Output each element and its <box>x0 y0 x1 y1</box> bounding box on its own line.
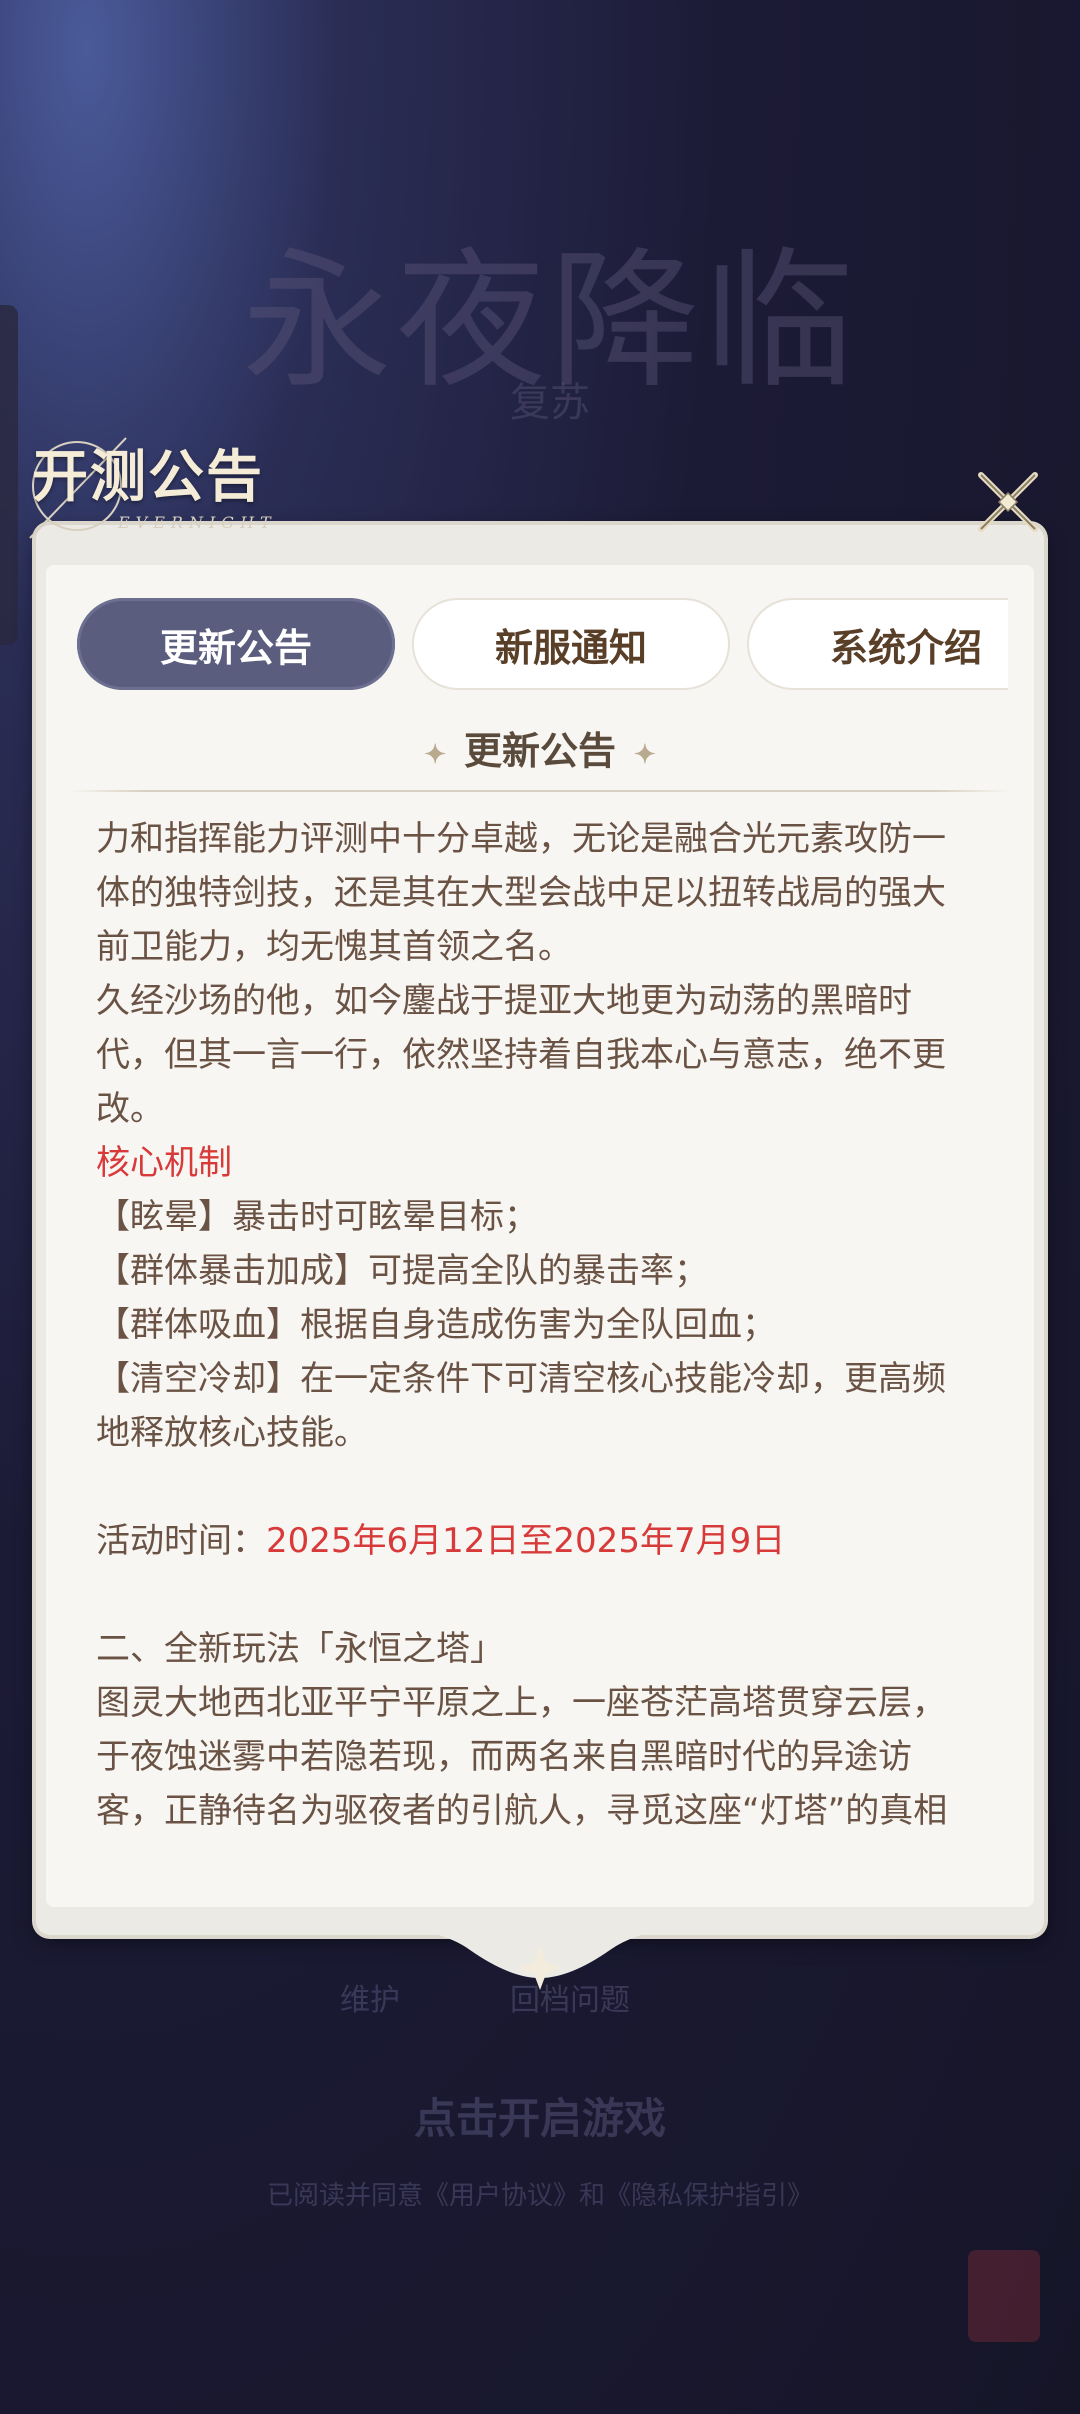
mechanism-item: 【眩晕】暴击时可眩晕目标； <box>96 1197 538 1237</box>
announcement-content[interactable]: 力和指挥能力评测中十分卓越，无论是融合光元素攻防一体的独特剑技，还是其在大型会战… <box>96 812 968 1872</box>
close-x-icon <box>978 472 1038 532</box>
section-heading: 二、全新玩法「永恒之塔」 <box>96 1629 504 1669</box>
content-paragraph: 力和指挥能力评测中十分卓越，无论是融合光元素攻防一体的独特剑技，还是其在大型会战… <box>96 819 946 967</box>
core-mechanism-heading: 核心机制 <box>96 1143 232 1183</box>
tab-update-announcement[interactable]: 更新公告 <box>77 598 395 690</box>
modal-subtitle: EVERNIGHT <box>118 513 277 532</box>
bottom-ornament-icon <box>380 1920 700 1990</box>
scroll-fade <box>46 1842 1034 1878</box>
modal-title: 开测公告 <box>32 444 264 510</box>
activity-time: 活动时间：2025年6月12日至2025年7月9日 <box>96 1514 968 1568</box>
side-edge-tab[interactable] <box>0 305 18 645</box>
section-title: 更新公告 <box>463 728 616 773</box>
game-logo-sub-faded: 复苏 <box>510 380 590 426</box>
content-paragraph: 久经沙场的他，如今鏖战于提亚大地更为动荡的黑暗时代，但其一言一行，依然坚持着自我… <box>96 981 946 1129</box>
tab-system-intro[interactable]: 系统介绍 <box>747 598 1008 690</box>
close-button[interactable] <box>968 462 1048 542</box>
star-ornament-icon: ✦ <box>424 739 446 770</box>
corner-badge-icon <box>968 2250 1040 2342</box>
content-paragraph: 图灵大地西北亚平宁平原之上，一座苍茫高塔贯穿云层，于夜蚀迷雾中若隐若现，而两名来… <box>96 1683 948 1831</box>
mechanism-item: 【群体暴击加成】可提高全队的暴击率； <box>96 1251 708 1291</box>
activity-value: 2025年6月12日至2025年7月9日 <box>266 1521 786 1561</box>
section-divider <box>70 790 1010 792</box>
start-game-text: 点击开启游戏 <box>413 2094 666 2143</box>
mechanism-item: 【群体吸血】根据自身造成伤害为全队回血； <box>96 1305 776 1345</box>
announcement-tabs: 更新公告 新服通知 系统介绍 <box>42 598 1008 693</box>
star-ornament-icon: ✦ <box>634 739 656 770</box>
mechanism-item: 【清空冷却】在一定条件下可清空核心技能冷却，更高频地释放核心技能。 <box>96 1359 946 1453</box>
section-header: ✦ 更新公告 ✦ <box>36 720 1044 775</box>
tab-new-server[interactable]: 新服通知 <box>412 598 730 690</box>
terms-text: 已阅读并同意《用户协议》和《隐私保护指引》 <box>266 2181 813 2211</box>
activity-label: 活动时间： <box>96 1521 266 1561</box>
